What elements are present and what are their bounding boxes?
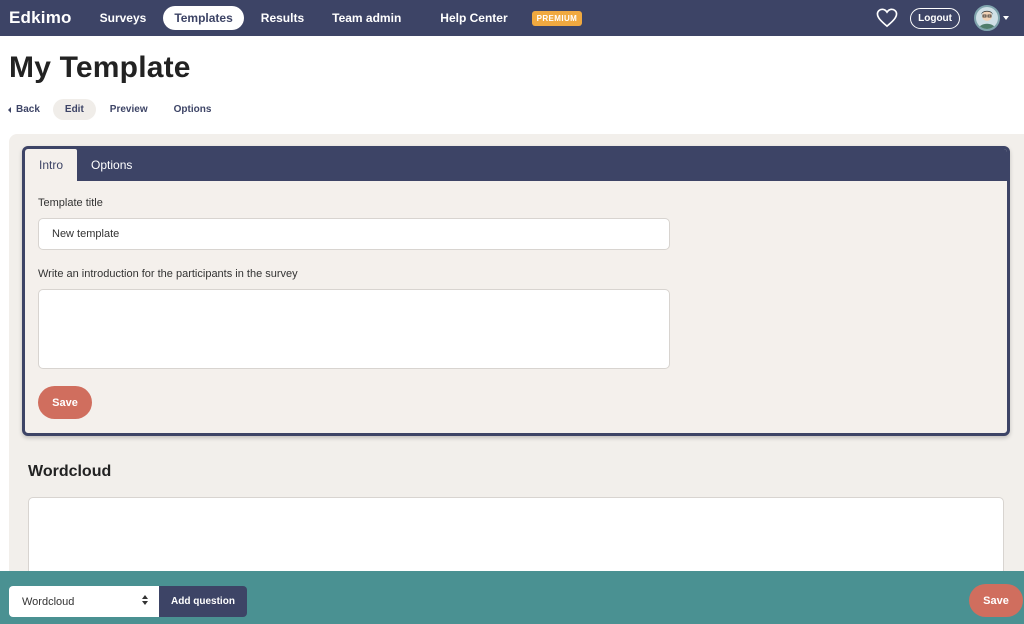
save-intro-button[interactable]: Save (38, 386, 92, 419)
subnav-tab-edit[interactable]: Edit (52, 99, 96, 120)
card-tab-options[interactable]: Options (77, 149, 146, 181)
back-link[interactable]: Back (8, 104, 40, 115)
subnav-tab-options[interactable]: Options (162, 99, 224, 120)
chevron-down-icon[interactable] (1003, 16, 1009, 20)
add-question-button[interactable]: Add question (159, 586, 247, 617)
nav-right: Logout (876, 0, 1024, 36)
nav-item-results[interactable]: Results (250, 6, 315, 30)
template-title-label: Template title (38, 197, 103, 209)
question-type-select[interactable]: Wordcloud (9, 586, 160, 617)
premium-badge: PREMIUM (531, 10, 583, 26)
select-arrows-icon (142, 595, 148, 605)
question-title: Wordcloud (28, 463, 112, 480)
user-avatar[interactable] (974, 5, 1000, 31)
template-title-input[interactable]: New template (38, 218, 670, 250)
sub-nav: Back Edit Preview Options (8, 99, 225, 120)
nav-item-team-admin[interactable]: Team admin (321, 6, 412, 30)
introduction-label: Write an introduction for the participan… (38, 268, 298, 280)
user-menu[interactable] (974, 5, 1009, 31)
question-type-value: Wordcloud (22, 595, 75, 608)
card-tabs: Intro Options (25, 149, 1007, 181)
card-tab-intro[interactable]: Intro (25, 149, 78, 181)
introduction-textarea[interactable] (38, 289, 670, 369)
nav-item-help-center[interactable]: Help Center (429, 6, 518, 30)
question-box (28, 497, 1004, 577)
chevron-left-icon (8, 106, 11, 113)
nav-item-surveys[interactable]: Surveys (89, 6, 158, 30)
brand-logo[interactable]: Edkimo (9, 8, 72, 28)
back-label: Back (16, 104, 40, 115)
save-button[interactable]: Save (969, 584, 1023, 617)
intro-card: Intro Options Template title New templat… (22, 146, 1010, 436)
page-title: My Template (9, 51, 191, 84)
heart-icon[interactable] (876, 7, 898, 29)
bottom-bar: Wordcloud Add question Save (0, 571, 1024, 624)
subnav-tab-preview[interactable]: Preview (98, 99, 160, 120)
top-nav: Edkimo Surveys Templates Results Team ad… (0, 0, 1024, 36)
nav-item-templates[interactable]: Templates (163, 6, 244, 30)
logout-button[interactable]: Logout (910, 7, 960, 29)
